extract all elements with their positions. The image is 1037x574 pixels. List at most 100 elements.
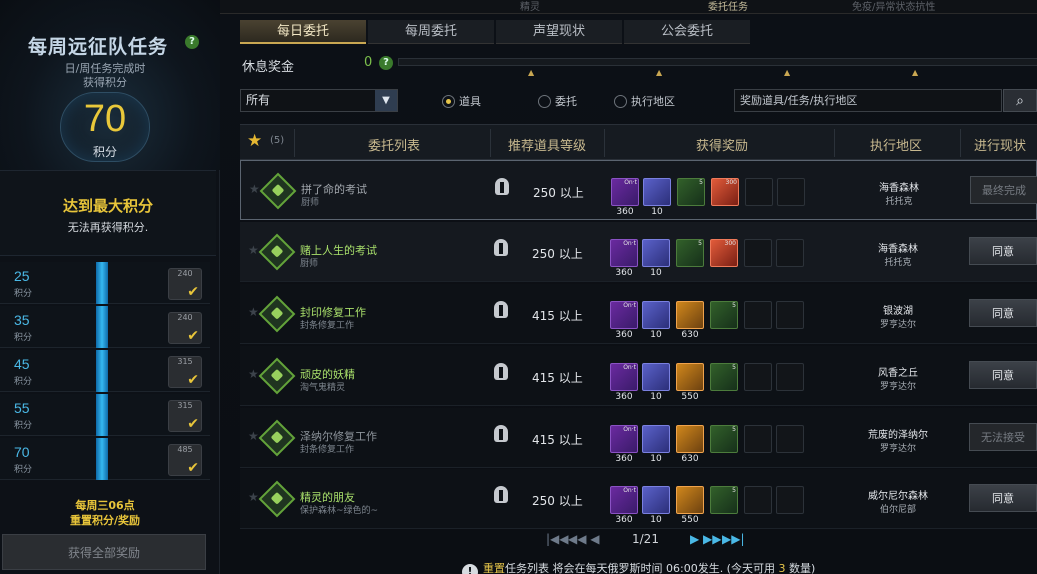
reward-slot[interactable]: 5	[710, 301, 738, 329]
reward-slot[interactable]	[676, 363, 704, 391]
reward-slot[interactable]: On·t	[610, 425, 638, 453]
reward-slot[interactable]	[642, 486, 670, 514]
reward-slot[interactable]: 5	[676, 239, 704, 267]
tier-reward-box[interactable]: 315 ✔	[168, 356, 202, 388]
reward-slot[interactable]	[642, 425, 670, 453]
prev-page-icon[interactable]: ◀◀ ◀	[568, 532, 600, 546]
table-row[interactable]: ★ 精灵的朋友 保护森林~绿色的~ 250 以上 On·t 360 10 550 5 威尔尼尔森林…	[240, 469, 1037, 529]
radio-icon	[538, 95, 551, 108]
reward-count: 360	[615, 330, 633, 340]
star-icon[interactable]: ★	[248, 490, 259, 504]
reward-slot[interactable]	[676, 486, 704, 514]
reward-slot[interactable]: 5	[710, 486, 738, 514]
reward-slot[interactable]	[642, 363, 670, 391]
reward-slot[interactable]: 5	[710, 363, 738, 391]
reward-count: 10	[650, 268, 662, 278]
radio-quest[interactable]: 委托	[538, 93, 577, 109]
star-icon[interactable]: ★	[248, 243, 259, 257]
reward-slot-empty	[776, 239, 804, 267]
search-input[interactable]: 奖励道具/任务/执行地区	[734, 89, 1002, 112]
star-icon[interactable]: ★	[247, 131, 262, 151]
col-region: 执行地区	[870, 139, 923, 154]
reward-slot-empty	[744, 363, 772, 391]
reward-slot[interactable]	[643, 178, 671, 206]
search-button[interactable]: ⌕	[1003, 89, 1037, 112]
radio-item[interactable]: 道具	[442, 93, 481, 109]
tab-reputation[interactable]: 声望现状	[496, 20, 622, 44]
status-button[interactable]: 同意	[969, 361, 1037, 389]
star-icon[interactable]: ★	[249, 182, 260, 196]
tab-guild[interactable]: 公会委托	[624, 20, 750, 44]
table-row[interactable]: ★ 封印修复工作 封条修复工作 415 以上 On·t 360 10 630 5 银波湖 罗亨达尔同…	[240, 284, 1037, 344]
reward-count: 630	[681, 330, 699, 340]
points-unit: 积分	[92, 145, 117, 159]
region-area: 伯尔尼部	[879, 505, 916, 515]
tier-row: 25 积分 240 ✔	[0, 262, 210, 304]
table-row[interactable]: ★ 拼了命的考试 厨师 250 以上 On·t 360 10 5 300 海香森林 托托克 最终完成	[240, 160, 1037, 220]
radio-icon	[442, 95, 455, 108]
table-row[interactable]: ★ 泽纳尔修复工作 封条修复工作 415 以上 On·t 360 10 630 5 荒废的泽纳尔罗…	[240, 408, 1037, 468]
next-page-icon[interactable]: ▶ ▶▶	[690, 532, 722, 546]
reward-slot-sub: 5	[732, 426, 736, 433]
reward-slot[interactable]	[642, 301, 670, 329]
quest-npc: 厨师	[301, 198, 320, 208]
table-row[interactable]: ★ 赌上人生的考试 厨师 250 以上 On·t 360 10 5 300 海香森林 托托克 同意	[240, 222, 1037, 282]
topnav-tab-quest[interactable]: 委托任务	[708, 0, 748, 13]
help-icon[interactable]: ?	[185, 35, 199, 49]
reward-slot[interactable]: On·t	[610, 239, 638, 267]
first-page-icon[interactable]: |◀◀	[546, 532, 569, 546]
marker-icon: ▲	[656, 68, 663, 77]
quest-icon	[258, 419, 296, 457]
reward-slot-sub: On·t	[623, 240, 636, 247]
reset-note: 重置积分/奖励	[69, 514, 141, 527]
star-icon[interactable]: ★	[248, 429, 259, 443]
reward-slot[interactable]	[642, 239, 670, 267]
rest-bonus-bar	[398, 58, 1037, 66]
reward-slot[interactable]	[676, 301, 704, 329]
table-header: ★ (5) 委托列表 推荐道具等级 获得奖励 执行地区 进行现状	[240, 124, 1037, 160]
status-button[interactable]: 同意	[969, 299, 1037, 327]
reward-slot[interactable]: 300	[711, 178, 739, 206]
star-icon[interactable]: ★	[248, 305, 259, 319]
tier-reward-count: 485	[177, 445, 193, 454]
tier-reward-box[interactable]: 485 ✔	[168, 444, 202, 476]
reward-slot[interactable]: On·t	[610, 301, 638, 329]
radio-region[interactable]: 执行地区	[614, 93, 675, 109]
tier-reward-box[interactable]: 315 ✔	[168, 400, 202, 432]
region-name: 威尔尼尔森林	[868, 491, 928, 502]
tab-weekly[interactable]: 每周委托	[368, 20, 494, 44]
quest-window: 精灵 委托任务 免疫/异常状态抗性 每周远征队任务 ? 日/周任务完成时 获得积…	[0, 0, 1037, 574]
tab-daily[interactable]: 每日委托	[240, 20, 366, 44]
status-button[interactable]: 同意	[969, 237, 1037, 265]
reward-slot[interactable]: On·t	[611, 178, 639, 206]
quest-npc: 封条修复工作	[300, 321, 355, 331]
status-button[interactable]: 同意	[969, 484, 1037, 512]
chevron-down-icon: ▼	[375, 90, 397, 111]
reward-count: 360	[615, 454, 633, 464]
reward-slot[interactable]: 5	[677, 178, 705, 206]
star-icon[interactable]: ★	[248, 367, 259, 381]
reward-count: 10	[650, 330, 662, 340]
expedition-title: 每周远征队任务	[28, 36, 169, 58]
reward-slot[interactable]: 5	[710, 425, 738, 453]
topnav-tab-spirit[interactable]: 精灵	[520, 0, 540, 13]
tier-points: 25	[14, 268, 30, 284]
tier-reward-box[interactable]: 240 ✔	[168, 312, 202, 344]
helmet-icon	[494, 486, 508, 503]
tier-reward-box[interactable]: 240 ✔	[168, 268, 202, 300]
claim-all-button[interactable]: 获得全部奖励	[2, 534, 206, 570]
reward-slot-empty	[776, 301, 804, 329]
help-icon[interactable]: ?	[379, 56, 393, 70]
expedition-panel: 每周远征队任务 ? 日/周任务完成时 获得积分 70 积分 达到最大积分 无法再…	[0, 0, 220, 574]
tier-progress-bar	[96, 306, 108, 348]
topnav-tab-resist[interactable]: 免疫/异常状态抗性	[852, 0, 935, 13]
reward-slot[interactable]: 300	[710, 239, 738, 267]
reward-slot[interactable]: On·t	[610, 486, 638, 514]
col-item-level: 推荐道具等级	[508, 139, 587, 154]
table-row[interactable]: ★ 顽皮的妖精 淘气鬼精灵 415 以上 On·t 360 10 550 5 风香之丘 罗亨达尔 同意	[240, 346, 1037, 406]
reward-slot-empty	[745, 178, 773, 206]
last-page-icon[interactable]: ▶▶|	[722, 532, 745, 546]
reward-slot[interactable]: On·t	[610, 363, 638, 391]
reward-slot[interactable]	[676, 425, 704, 453]
category-select[interactable]: 所有 ▼	[240, 89, 398, 112]
